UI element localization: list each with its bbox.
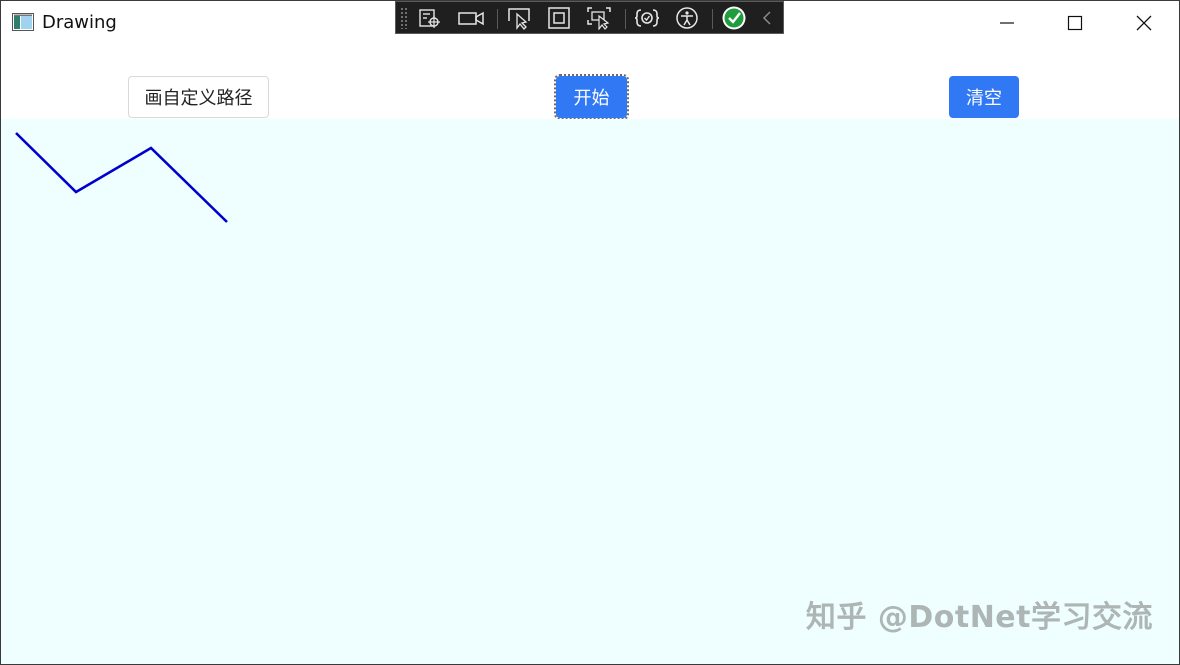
binding-failures-button[interactable] — [633, 5, 661, 31]
collapse-chevron-icon — [762, 11, 771, 25]
drag-grip-icon[interactable] — [400, 7, 408, 29]
drawn-polyline — [15, 132, 228, 223]
window-title: Drawing — [42, 12, 117, 33]
toolbar-separator — [625, 9, 626, 29]
minimize-button[interactable] — [972, 1, 1042, 45]
live-visual-tree-button[interactable] — [416, 5, 444, 31]
binding-failures-icon — [634, 9, 660, 27]
clear-button[interactable]: 清空 — [949, 76, 1019, 118]
drawing-canvas[interactable]: 知乎 @DotNet学习交流 — [1, 119, 1179, 664]
watermark: 知乎 @DotNet学习交流 — [805, 600, 1153, 635]
select-element-icon — [508, 8, 530, 30]
live-visual-tree-icon — [419, 9, 440, 28]
track-focus-button[interactable] — [585, 5, 613, 31]
app-icon — [12, 13, 34, 31]
camera-icon — [458, 11, 484, 26]
layout-adorner-icon — [548, 7, 570, 29]
close-icon — [1136, 15, 1152, 31]
start-button[interactable]: 开始 — [554, 74, 629, 120]
maximize-button[interactable] — [1040, 1, 1110, 45]
select-element-button[interactable] — [505, 5, 533, 31]
track-focus-icon — [587, 7, 611, 30]
toolbar-separator — [497, 9, 498, 29]
debug-toolbar — [395, 1, 784, 34]
record-button[interactable] — [457, 5, 485, 31]
canvas-surface — [15, 132, 228, 223]
close-button[interactable] — [1109, 1, 1179, 45]
accessibility-icon — [676, 7, 698, 29]
layout-adorners-button[interactable] — [545, 5, 573, 31]
hot-reload-ok-icon — [722, 6, 746, 30]
accessibility-checker-button[interactable] — [673, 5, 701, 31]
hot-reload-status-button[interactable] — [720, 5, 748, 31]
app-window: Drawing 画自定义路径 开始 清空 知乎 @DotNet学习交流 — [0, 0, 1180, 665]
minimize-icon — [1000, 22, 1014, 24]
collapse-toolbar-button[interactable] — [756, 5, 778, 31]
maximize-icon — [1067, 15, 1083, 31]
draw-custom-path-button[interactable]: 画自定义路径 — [128, 76, 269, 118]
toolbar-separator — [712, 9, 713, 29]
